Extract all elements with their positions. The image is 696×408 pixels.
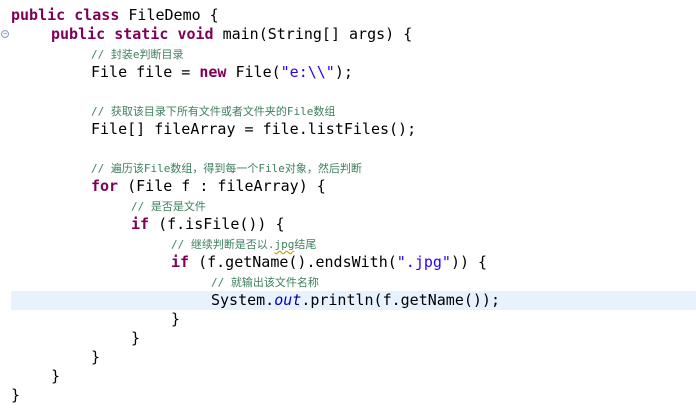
code-keyword: class bbox=[74, 6, 120, 24]
code-comment: // 封装e判断目录 bbox=[91, 48, 184, 61]
code-comment: // 获取该目录下所有文件或者文件夹的File数组 bbox=[91, 105, 336, 118]
code-keyword: public bbox=[11, 6, 66, 24]
code-line[interactable]: System.out.println(f.getName()); bbox=[211, 291, 500, 310]
code-token: (f.isFile()) { bbox=[149, 215, 285, 233]
code-line[interactable]: } bbox=[171, 310, 180, 329]
code-keyword: if bbox=[131, 215, 150, 233]
code-line[interactable]: // 封装e判断目录 bbox=[91, 44, 184, 63]
code-keyword: for bbox=[91, 177, 119, 195]
code-line[interactable]: if (f.isFile()) { bbox=[131, 215, 285, 234]
code-token: } bbox=[91, 348, 101, 366]
code-token: System. bbox=[211, 291, 275, 309]
code-line[interactable]: // 就输出该文件名称 bbox=[211, 272, 319, 291]
code-line[interactable]: // 继续判断是否以.jpg结尾 bbox=[171, 234, 316, 253]
code-comment: // 继续判断是否以. bbox=[171, 238, 275, 251]
spelling-warning-token: jpg bbox=[274, 238, 295, 251]
code-string: ".jpg" bbox=[396, 253, 451, 271]
code-token: } bbox=[131, 329, 141, 347]
code-string: "e:\\" bbox=[280, 63, 335, 81]
code-comment: // 是否是文件 bbox=[131, 200, 206, 213]
code-line[interactable]: } bbox=[131, 329, 140, 348]
code-line[interactable]: } bbox=[51, 367, 60, 386]
code-token: ); bbox=[334, 63, 353, 81]
code-line[interactable]: // 遍历该File数组，得到每一个File对象，然后判断 bbox=[91, 158, 362, 177]
code-token: } bbox=[11, 386, 21, 404]
code-token: .println(f.getName()); bbox=[301, 291, 500, 309]
code-token: File[] fileArray = file.listFiles(); bbox=[91, 120, 417, 138]
code-keyword: static bbox=[114, 25, 169, 43]
code-comment: // 就输出该文件名称 bbox=[211, 276, 319, 289]
code-keyword: public bbox=[51, 25, 106, 43]
code-comment: // 遍历该File数组，得到每一个File对象，然后判断 bbox=[91, 162, 362, 175]
code-keyword: if bbox=[171, 253, 190, 271]
code-token: } bbox=[171, 310, 181, 328]
code-token: FileDemo { bbox=[119, 6, 219, 24]
code-keyword: void bbox=[177, 25, 214, 43]
code-field: out bbox=[274, 291, 302, 309]
code-line[interactable]: // 获取该目录下所有文件或者文件夹的File数组 bbox=[91, 101, 335, 120]
fold-collapse-icon[interactable]: − bbox=[1, 30, 9, 38]
code-line[interactable]: } bbox=[91, 348, 100, 367]
code-token: )) { bbox=[450, 253, 488, 271]
code-line[interactable]: // 是否是文件 bbox=[131, 196, 206, 215]
code-token: (File f : fileArray) { bbox=[118, 177, 326, 195]
code-line[interactable]: for (File f : fileArray) { bbox=[91, 177, 326, 196]
code-keyword: new bbox=[199, 63, 227, 81]
code-token: (f.getName().endsWith( bbox=[189, 253, 397, 271]
code-line[interactable]: File file = new File("e:\\"); bbox=[91, 63, 353, 82]
code-line[interactable]: if (f.getName().endsWith(".jpg")) { bbox=[171, 253, 487, 272]
code-token: File( bbox=[226, 63, 281, 81]
code-line[interactable]: } bbox=[11, 386, 20, 405]
code-editor[interactable]: − public class FileDemo {public static v… bbox=[0, 0, 696, 408]
code-line[interactable]: public static void main(String[] args) { bbox=[51, 25, 412, 44]
code-token: File file = bbox=[91, 63, 200, 81]
code-comment: 结尾 bbox=[294, 238, 317, 251]
code-token: main(String[] args) { bbox=[213, 25, 413, 43]
code-token: } bbox=[51, 367, 61, 385]
editor-gutter: − bbox=[0, 0, 9, 408]
code-line[interactable]: public class FileDemo { bbox=[11, 6, 219, 25]
code-line[interactable]: File[] fileArray = file.listFiles(); bbox=[91, 120, 416, 139]
